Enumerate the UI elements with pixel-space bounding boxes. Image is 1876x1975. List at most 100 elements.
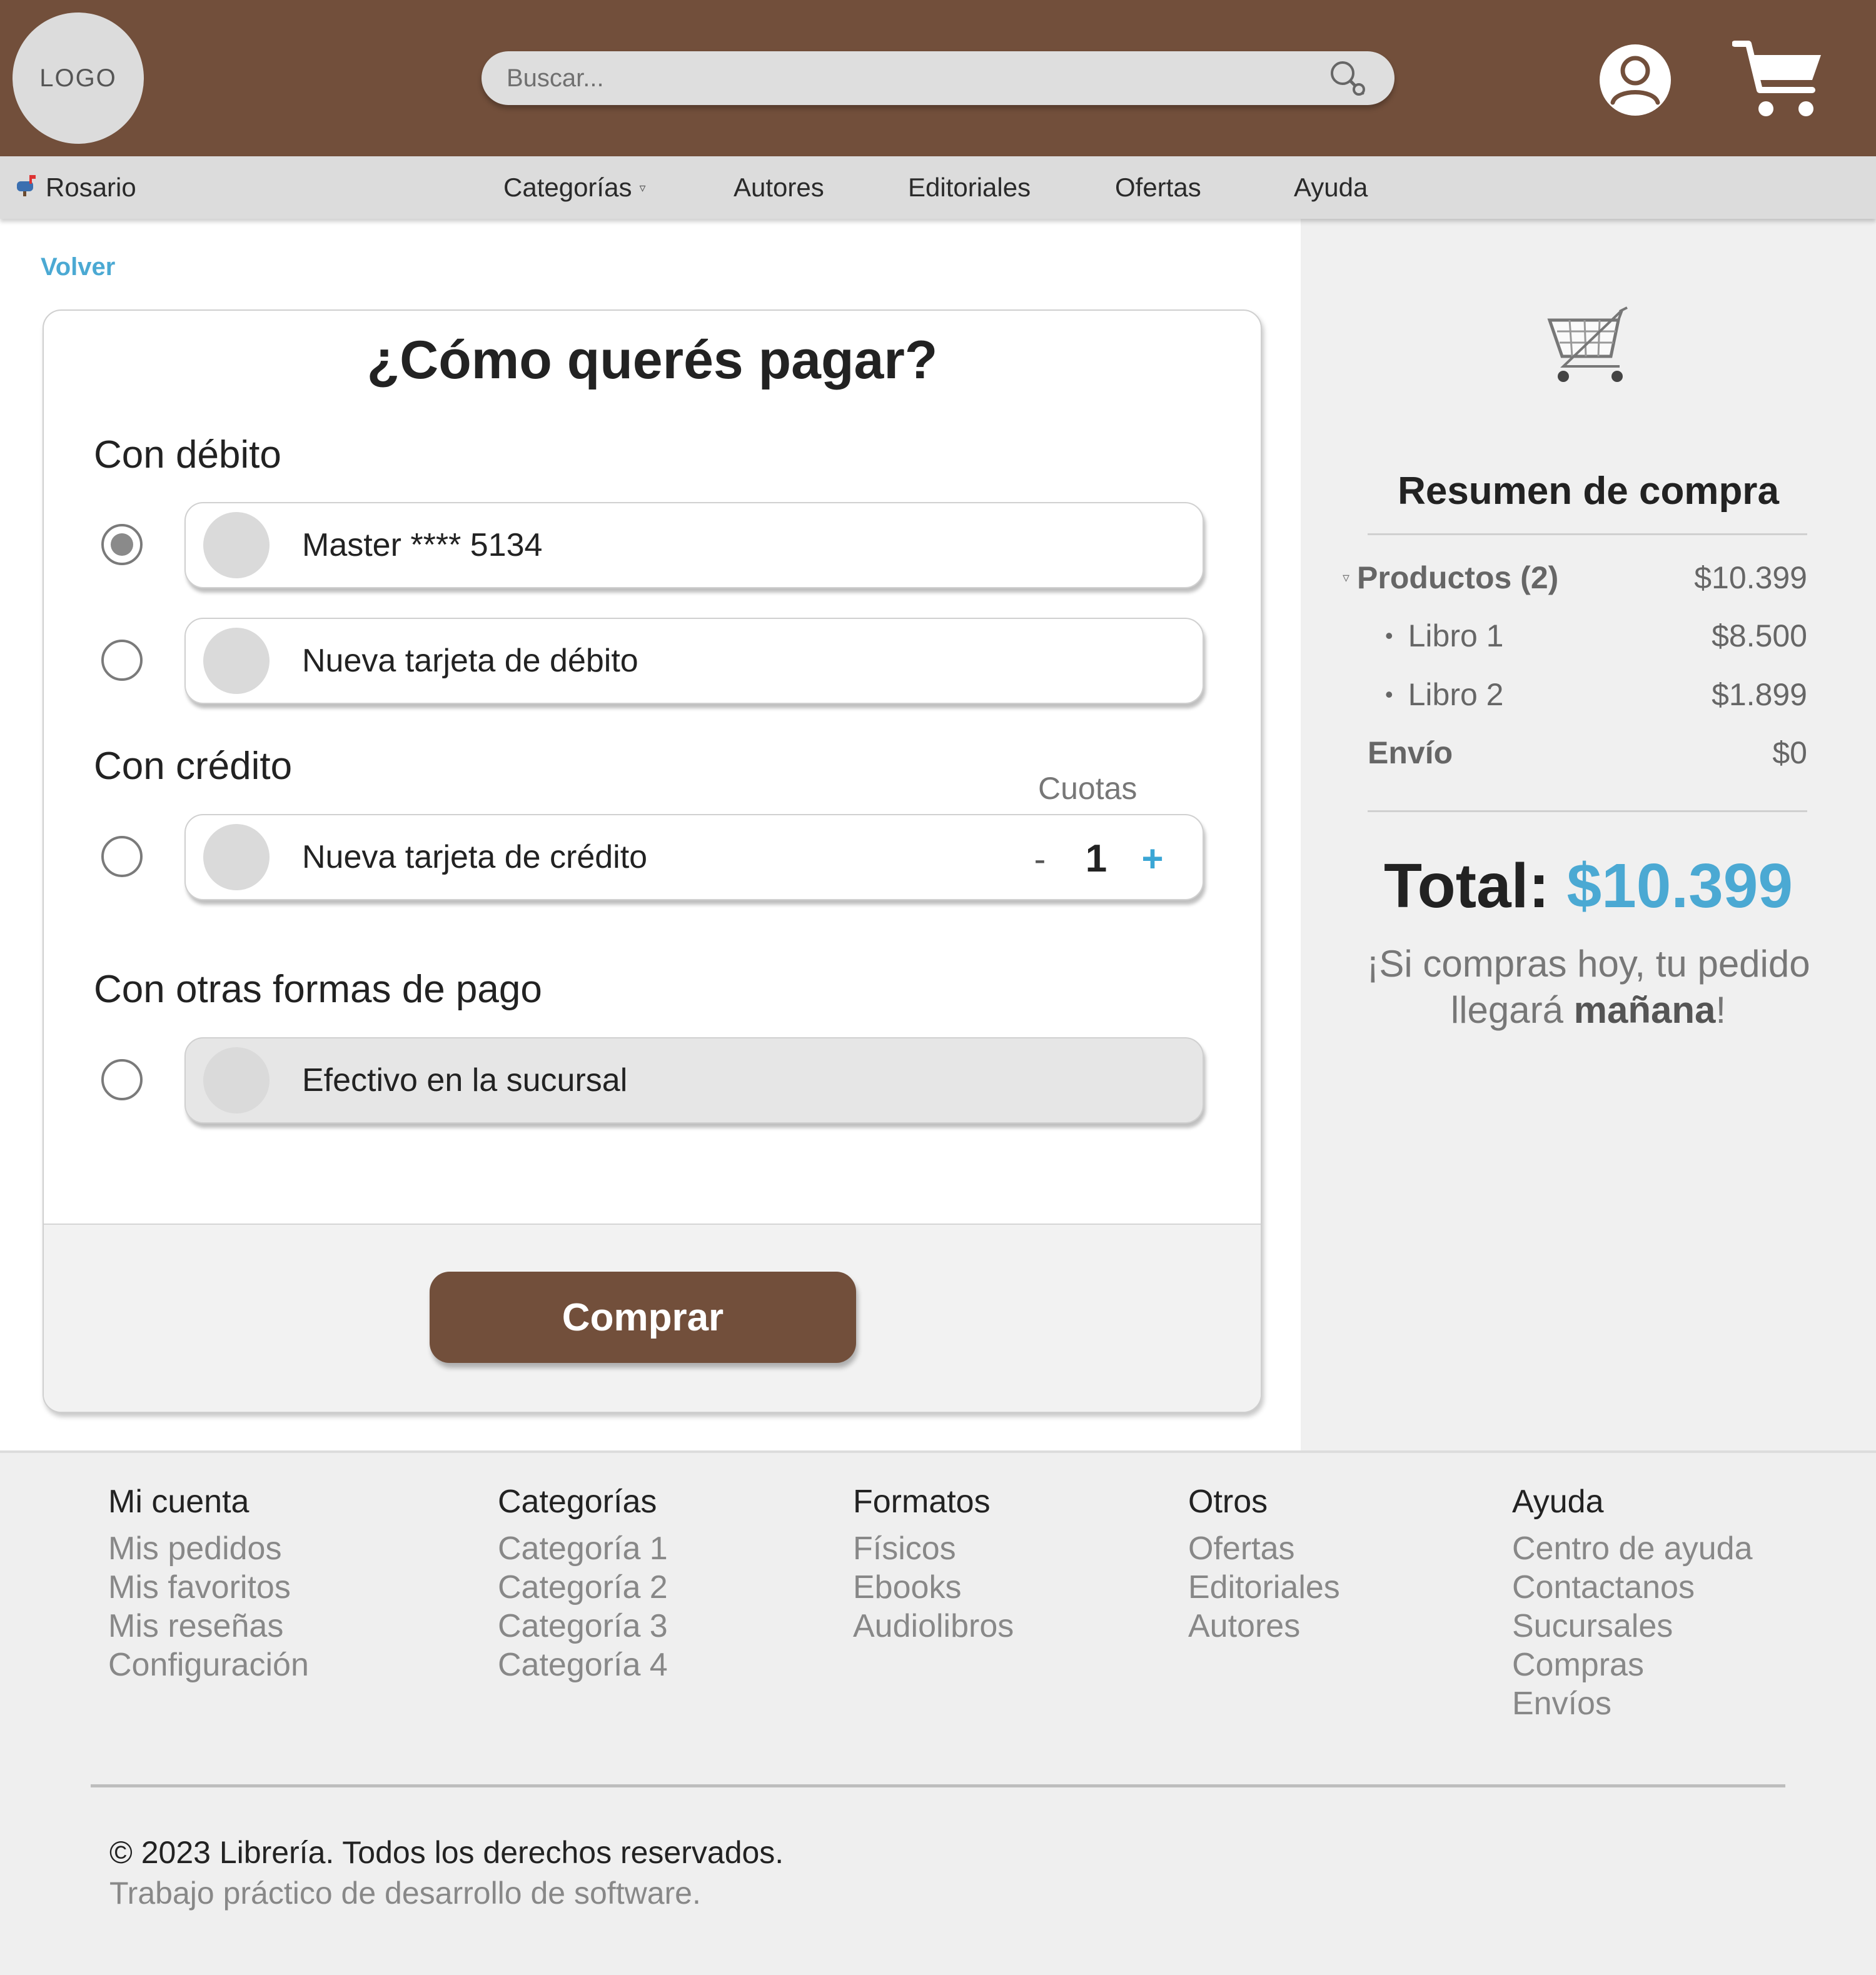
search-bar[interactable] xyxy=(482,51,1394,105)
payment-method-icon xyxy=(203,1047,270,1113)
footer-heading: Formatos xyxy=(853,1484,991,1520)
logo[interactable]: LOGO xyxy=(13,13,144,144)
page-title: ¿Cómo querés pagar? xyxy=(366,330,938,390)
footer-link[interactable]: Configuración xyxy=(108,1646,309,1684)
footer: Mi cuenta Mis pedidos Mis favoritos Mis … xyxy=(0,1450,1876,1975)
shipping-row: Envío $0 xyxy=(1368,735,1807,771)
total-label: Total: xyxy=(1383,851,1550,921)
total-amount: $10.399 xyxy=(1566,851,1793,921)
footer-heading: Ayuda xyxy=(1512,1484,1604,1520)
footer-link[interactable]: Mis reseñas xyxy=(108,1607,309,1646)
footer-link[interactable]: Categoría 3 xyxy=(498,1607,668,1646)
nav-bar: Rosario Categorías ▿ Autores Editoriales… xyxy=(0,156,1876,219)
header: LOGO xyxy=(0,0,1876,156)
chevron-down-icon: ▿ xyxy=(639,181,646,195)
footer-link[interactable]: Mis favoritos xyxy=(108,1568,309,1607)
option-debit-master[interactable]: Master **** 5134 xyxy=(184,502,1204,588)
copyright: © 2023 Librería. Todos los derechos rese… xyxy=(109,1835,784,1870)
total-line: Total: $10.399 xyxy=(1301,850,1876,922)
radio-debit-new[interactable] xyxy=(101,640,143,681)
card-footer: Comprar xyxy=(44,1224,1261,1412)
footer-link[interactable]: Categoría 2 xyxy=(498,1568,668,1607)
installments-stepper[interactable]: - 1 + xyxy=(1021,815,1171,902)
debit-section-label: Con débito xyxy=(94,433,281,476)
shipping-label: Envío xyxy=(1368,735,1453,770)
footer-link[interactable]: Centro de ayuda xyxy=(1512,1529,1753,1568)
footer-divider xyxy=(91,1784,1785,1787)
footer-column-formatos: Formatos Físicos Ebooks Audiolibros xyxy=(853,1483,1014,1646)
decrement-button[interactable]: - xyxy=(1021,838,1059,879)
footer-link[interactable]: Categoría 1 xyxy=(498,1529,668,1568)
user-account-icon[interactable] xyxy=(1598,43,1673,118)
radio-debit-master[interactable] xyxy=(101,524,143,565)
order-summary: Resumen de compra ▿ Productos (2) $10.39… xyxy=(1301,219,1876,1450)
nav-autores[interactable]: Autores xyxy=(734,156,824,219)
option-label: Nueva tarjeta de débito xyxy=(302,643,638,679)
card-brand-icon xyxy=(203,628,270,694)
option-label: Efectivo en la sucursal xyxy=(302,1062,628,1098)
option-label: Master **** 5134 xyxy=(302,527,543,563)
footer-link[interactable]: Categoría 4 xyxy=(498,1646,668,1684)
footer-link[interactable]: Envíos xyxy=(1512,1684,1753,1723)
radio-cash[interactable] xyxy=(101,1059,143,1100)
item-price: $8.500 xyxy=(1712,618,1807,653)
option-debit-new[interactable]: Nueva tarjeta de débito xyxy=(184,618,1204,704)
footer-heading: Otros xyxy=(1188,1484,1268,1520)
divider xyxy=(1368,533,1807,535)
other-section-label: Con otras formas de pago xyxy=(94,968,542,1011)
divider xyxy=(1368,810,1807,812)
footer-column-otros: Otros Ofertas Editoriales Autores xyxy=(1188,1483,1340,1646)
location-selector[interactable]: Rosario xyxy=(16,156,136,219)
delivery-day: mañana xyxy=(1573,989,1716,1031)
products-row[interactable]: ▿ Productos (2) $10.399 xyxy=(1343,560,1807,596)
footer-subtitle: Trabajo práctico de desarrollo de softwa… xyxy=(109,1876,701,1911)
radio-credit-new[interactable] xyxy=(101,836,143,877)
option-credit-new[interactable]: Nueva tarjeta de crédito - 1 + xyxy=(184,814,1204,900)
payment-card: ¿Cómo querés pagar? Con débito Master **… xyxy=(43,309,1262,1413)
footer-column-ayuda: Ayuda Centro de ayuda Contactanos Sucurs… xyxy=(1512,1483,1753,1723)
footer-heading: Categorías xyxy=(498,1484,657,1520)
location-label: Rosario xyxy=(46,173,136,202)
option-label: Nueva tarjeta de crédito xyxy=(302,839,648,875)
shipping-value: $0 xyxy=(1772,735,1807,770)
footer-link[interactable]: Autores xyxy=(1188,1607,1340,1646)
products-total: $10.399 xyxy=(1694,560,1807,595)
footer-link[interactable]: Ebooks xyxy=(853,1568,1014,1607)
shopping-cart-icon xyxy=(1545,306,1632,388)
footer-link[interactable]: Mis pedidos xyxy=(108,1529,309,1568)
summary-item: • Libro 2 $1.899 xyxy=(1385,677,1807,712)
summary-item: • Libro 1 $8.500 xyxy=(1385,618,1807,653)
search-input[interactable] xyxy=(507,64,1326,93)
card-brand-icon xyxy=(203,512,270,578)
footer-heading: Mi cuenta xyxy=(108,1484,250,1520)
nav-editoriales[interactable]: Editoriales xyxy=(908,156,1031,219)
footer-link[interactable]: Sucursales xyxy=(1512,1607,1753,1646)
collapse-triangle-icon[interactable]: ▿ xyxy=(1343,570,1349,586)
summary-title: Resumen de compra xyxy=(1398,470,1779,513)
nav-categorias-label: Categorías xyxy=(503,173,632,202)
footer-link[interactable]: Compras xyxy=(1512,1646,1753,1684)
delivery-message: ¡Si compras hoy, tu pedido llegará mañan… xyxy=(1326,941,1851,1033)
item-price: $1.899 xyxy=(1712,677,1807,712)
buy-button[interactable]: Comprar xyxy=(430,1272,856,1363)
footer-link[interactable]: Editoriales xyxy=(1188,1568,1340,1607)
footer-link[interactable]: Físicos xyxy=(853,1529,1014,1568)
search-icon[interactable] xyxy=(1326,56,1369,100)
nav-categorias[interactable]: Categorías ▿ xyxy=(503,156,646,219)
increment-button[interactable]: + xyxy=(1134,837,1171,880)
footer-link[interactable]: Ofertas xyxy=(1188,1529,1340,1568)
footer-link[interactable]: Audiolibros xyxy=(853,1607,1014,1646)
back-link[interactable]: Volver xyxy=(41,253,115,281)
delivery-text-end: ! xyxy=(1715,989,1727,1031)
installments-label: Cuotas xyxy=(1038,771,1137,806)
cart-icon[interactable] xyxy=(1732,39,1826,120)
footer-link[interactable]: Contactanos xyxy=(1512,1568,1753,1607)
nav-ayuda[interactable]: Ayuda xyxy=(1294,156,1368,219)
nav-ofertas[interactable]: Ofertas xyxy=(1115,156,1201,219)
option-cash[interactable]: Efectivo en la sucursal xyxy=(184,1037,1204,1123)
credit-section-label: Con crédito xyxy=(94,745,293,788)
mailbox-icon xyxy=(16,173,38,203)
products-label: Productos (2) xyxy=(1357,560,1559,595)
item-name: Libro 2 xyxy=(1408,677,1504,712)
footer-column-categorias: Categorías Categoría 1 Categoría 2 Categ… xyxy=(498,1483,668,1684)
